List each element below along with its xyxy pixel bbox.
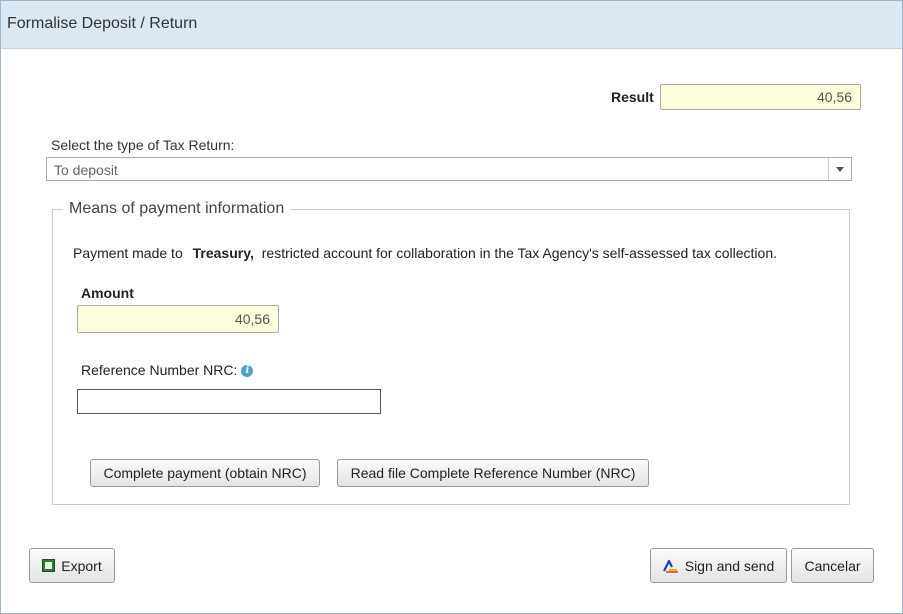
complete-payment-button[interactable]: Complete payment (obtain NRC) [90, 459, 320, 487]
spreadsheet-icon [42, 559, 56, 572]
complete-payment-label: Complete payment (obtain NRC) [103, 465, 307, 481]
dialog-title-bar[interactable]: Formalise Deposit / Return [1, 1, 902, 49]
export-button[interactable]: Export [29, 548, 115, 583]
nrc-label: Reference Number NRC: [81, 362, 238, 378]
sign-and-send-button[interactable]: Sign and send [650, 548, 787, 583]
payment-text-prefix: Payment made to [73, 245, 183, 261]
info-icon[interactable]: i [241, 365, 254, 378]
dialog-content: Result Select the type of Tax Return: To… [7, 49, 896, 609]
nrc-input[interactable] [77, 389, 381, 414]
read-file-nrc-label: Read file Complete Reference Number (NRC… [350, 465, 636, 481]
read-file-nrc-button[interactable]: Read file Complete Reference Number (NRC… [337, 459, 649, 487]
sign-and-send-label: Sign and send [684, 557, 775, 574]
cancel-button[interactable]: Cancelar [791, 548, 874, 583]
tax-return-type-value: To deposit [54, 162, 118, 178]
payment-text-bold: Treasury, [192, 245, 254, 261]
tax-return-type-label: Select the type of Tax Return: [51, 137, 235, 153]
amount-label: Amount [81, 285, 134, 301]
means-of-payment-legend: Means of payment information [69, 200, 285, 217]
cancel-label: Cancelar [804, 557, 861, 574]
export-label: Export [61, 557, 102, 574]
dialog-title: Formalise Deposit / Return [7, 15, 198, 32]
tax-return-type-select[interactable]: To deposit [46, 157, 852, 181]
select-divider [828, 158, 829, 180]
amount-input[interactable] [77, 305, 279, 333]
signature-icon [662, 559, 678, 573]
formalise-deposit-dialog: Formalise Deposit / Return Result Select… [0, 0, 903, 614]
chevron-down-icon[interactable] [836, 167, 844, 172]
result-input[interactable] [660, 84, 861, 110]
result-label: Result [611, 89, 654, 105]
payment-text-suffix: restricted account for collaboration in … [261, 245, 777, 261]
payment-description: Payment made to Treasury, restricted acc… [73, 245, 777, 261]
nrc-label-row: Reference Number NRC: i [81, 362, 254, 378]
